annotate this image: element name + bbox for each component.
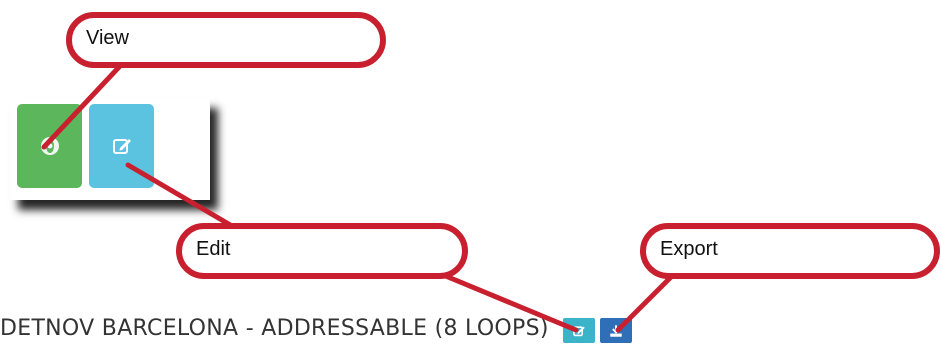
view-button[interactable]: [17, 104, 82, 188]
edit-callout: Edit: [176, 223, 468, 279]
export-callout: Export: [640, 223, 940, 279]
view-callout-label: View: [86, 27, 129, 49]
eye-icon: [40, 137, 59, 155]
view-callout: View: [66, 12, 386, 68]
download-icon: [610, 324, 622, 337]
panel-title: DETNOV BARCELONA - ADDRESSABLE (8 LOOPS): [0, 316, 549, 341]
edit-icon: [573, 325, 585, 336]
edit-icon: [112, 139, 131, 154]
small-edit-button[interactable]: [563, 318, 595, 343]
export-callout-label: Export: [660, 238, 718, 260]
edit-callout-label: Edit: [196, 238, 231, 260]
edit-button[interactable]: [89, 104, 154, 188]
zoomed-buttons-snippet: [10, 98, 210, 200]
export-button[interactable]: [600, 318, 632, 343]
